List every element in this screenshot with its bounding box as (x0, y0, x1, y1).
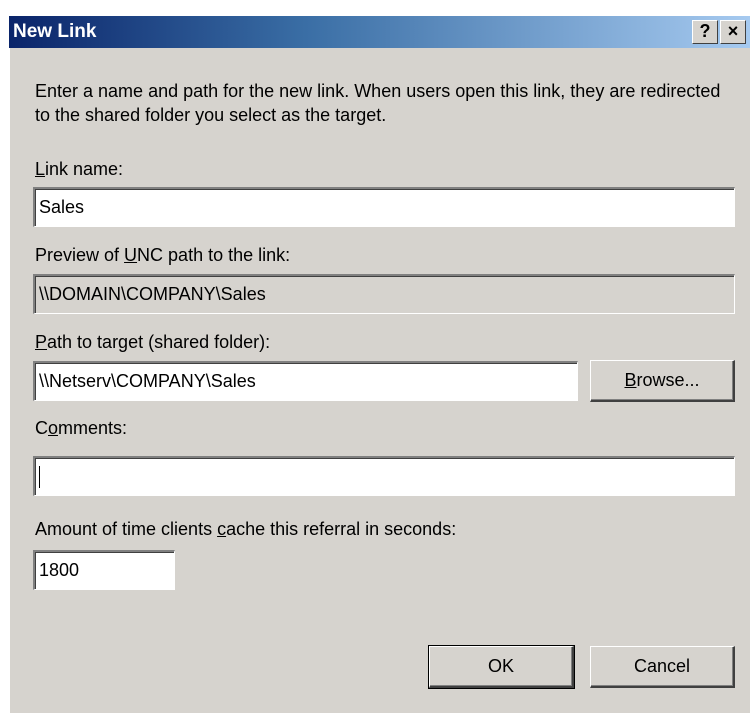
ok-button[interactable]: OK (428, 645, 575, 689)
link-name-input[interactable]: Sales (33, 187, 735, 227)
target-path-input[interactable]: \\Netserv\COMPANY\Sales (33, 361, 578, 401)
cache-input[interactable]: 1800 (33, 550, 175, 590)
unc-preview-label: Preview of UNC path to the link: (35, 245, 291, 265)
link-name-label: Link name: (35, 159, 124, 179)
cache-value: 1800 (39, 560, 80, 580)
comments-label: Comments: (35, 418, 128, 438)
cache-label: Amount of time clients cache this referr… (35, 519, 457, 539)
unc-preview-value: \\DOMAIN\COMPANY\Sales (39, 284, 266, 304)
cancel-button[interactable]: Cancel (590, 646, 735, 688)
comments-input[interactable] (33, 456, 735, 496)
target-path-value: \\Netserv\COMPANY\Sales (39, 371, 256, 391)
help-button[interactable]: ? (692, 20, 718, 44)
close-button[interactable]: × (720, 20, 746, 44)
unc-preview-field: \\DOMAIN\COMPANY\Sales (33, 274, 735, 314)
target-path-label: Path to target (shared folder): (35, 332, 271, 352)
title-bar[interactable]: New Link ? × (9, 16, 750, 48)
text-cursor (39, 466, 40, 489)
window-title: New Link (13, 21, 97, 42)
link-name-value: Sales (39, 197, 85, 217)
dialog-description: Enter a name and path for the new link. … (35, 81, 721, 125)
browse-button[interactable]: Browse... (590, 360, 735, 402)
